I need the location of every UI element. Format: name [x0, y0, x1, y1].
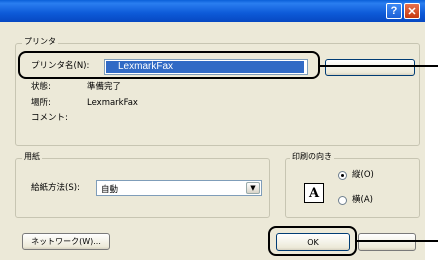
close-icon[interactable]: ✕ [404, 3, 420, 19]
comment-label: コメント: [31, 113, 68, 123]
printer-name-highlight [18, 51, 320, 79]
status-label: 状態: [31, 82, 51, 92]
printer-group-legend: プリンタ [22, 37, 58, 47]
portrait-radio[interactable] [338, 171, 347, 180]
landscape-radio[interactable] [338, 196, 347, 205]
ok-button-callout-line [357, 240, 438, 242]
paper-source-value: 自動 [101, 185, 119, 195]
orientation-group-legend: 印刷の向き [290, 152, 334, 162]
cancel-button[interactable] [358, 233, 416, 251]
help-icon[interactable]: ? [386, 3, 402, 19]
ok-button-highlight [268, 226, 357, 256]
properties-button[interactable] [325, 59, 415, 76]
paper-group-legend: 用紙 [22, 152, 42, 162]
portrait-label: 縦(O) [352, 170, 374, 180]
network-button[interactable]: ネットワーク(W)... [22, 233, 110, 250]
status-value: 準備完了 [87, 82, 122, 92]
paper-source-select[interactable]: 自動 ▼ [96, 180, 262, 196]
location-value: LexmarkFax [87, 98, 138, 108]
printer-name-callout-line [320, 65, 438, 67]
portrait-page-icon: A [304, 183, 324, 203]
landscape-label: 横(A) [352, 195, 373, 205]
title-bar: ? ✕ [0, 0, 425, 22]
print-setup-dialog: ? ✕ プリンタ プリンタ名(N): LexmarkFax 状態: 準備完了 場… [0, 0, 425, 260]
location-label: 場所: [31, 98, 51, 108]
chevron-down-icon[interactable]: ▼ [246, 182, 260, 194]
paper-source-label: 給紙方法(S): [31, 183, 80, 193]
